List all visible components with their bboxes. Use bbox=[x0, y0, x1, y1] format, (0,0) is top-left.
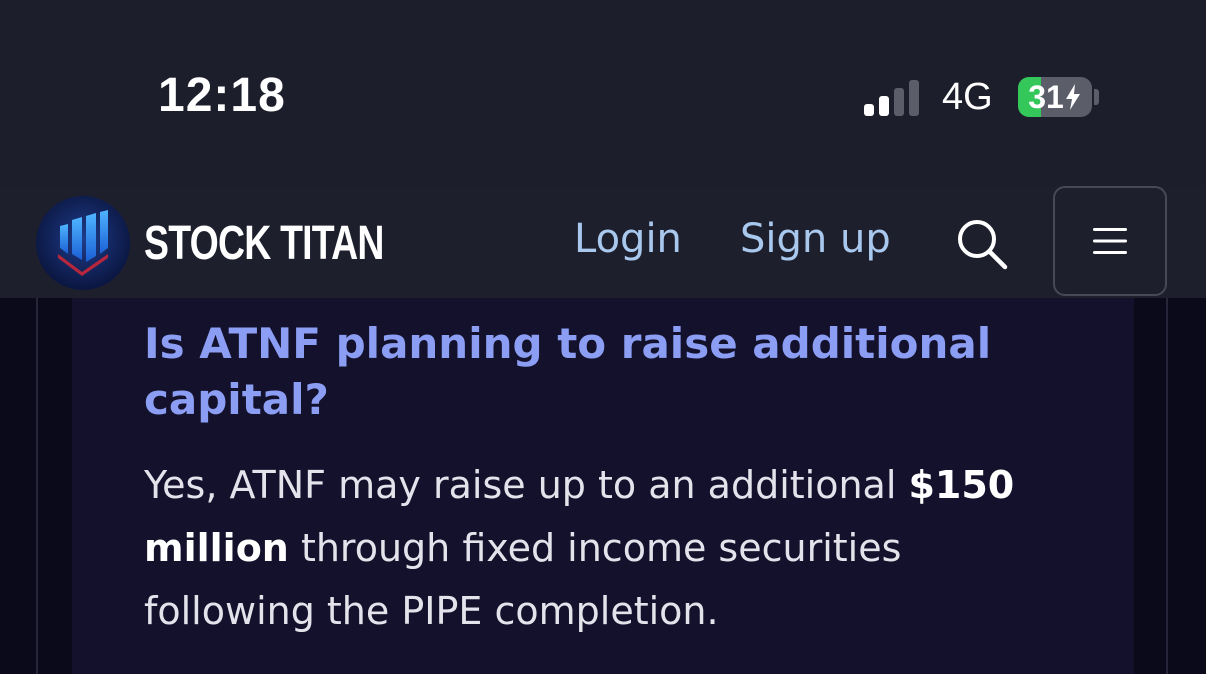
hamburger-menu-icon bbox=[1093, 228, 1127, 254]
search-icon[interactable] bbox=[954, 216, 1010, 272]
signal-bar bbox=[894, 88, 904, 116]
charging-bolt-icon bbox=[1065, 84, 1080, 110]
divider bbox=[1166, 298, 1168, 674]
status-time: 12:18 bbox=[158, 69, 286, 122]
signal-bar bbox=[909, 80, 919, 116]
faq-answer: Yes, ATNF may raise up to an additional … bbox=[144, 454, 1044, 643]
faq-question: Is ATNF planning to raise additional cap… bbox=[144, 319, 992, 424]
status-bar: 12:18 4G 31 bbox=[0, 0, 1206, 186]
divider bbox=[36, 298, 38, 674]
faq-answer-lead: Yes, ATNF may raise up to an additional bbox=[144, 463, 909, 507]
signal-bar bbox=[879, 96, 889, 116]
brand-name[interactable]: STOCK TITAN bbox=[144, 216, 384, 271]
network-type: 4G bbox=[942, 76, 993, 118]
site-header: STOCK TITAN Login Sign up bbox=[0, 186, 1206, 298]
stock-titan-logo-icon[interactable] bbox=[36, 196, 130, 290]
signal-bar bbox=[864, 104, 874, 116]
login-link[interactable]: Login bbox=[574, 216, 682, 262]
menu-button[interactable] bbox=[1053, 186, 1167, 296]
battery-icon: 31 bbox=[1018, 77, 1092, 117]
battery-level-text: 31 bbox=[1028, 78, 1064, 115]
cellular-signal-icon bbox=[864, 80, 922, 116]
battery-cap bbox=[1094, 89, 1099, 105]
signup-link[interactable]: Sign up bbox=[740, 216, 891, 262]
